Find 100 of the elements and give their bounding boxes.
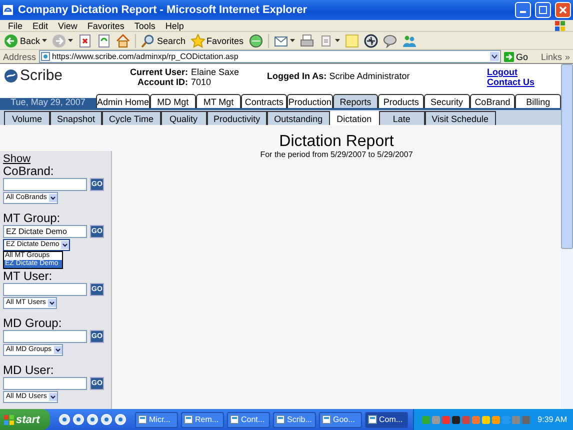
- menu-item[interactable]: Edit: [32, 20, 48, 30]
- logo-icon: [4, 68, 18, 82]
- filter-label: MD Group:: [3, 317, 63, 329]
- scrollbar[interactable]: [561, 64, 573, 409]
- star-icon: [190, 34, 205, 48]
- stop-button[interactable]: [78, 34, 92, 48]
- nav-tab[interactable]: Admin Home: [96, 94, 150, 108]
- taskbar-button[interactable]: Com...: [365, 412, 408, 428]
- nav-tab[interactable]: CoBrand: [470, 94, 516, 108]
- sub-tab[interactable]: Quality: [160, 111, 207, 125]
- field-value: Scribe Administrator: [329, 71, 410, 81]
- page-icon: [41, 52, 50, 61]
- favorites-button[interactable]: Favorites: [190, 34, 244, 48]
- minimize-button[interactable]: [515, 2, 531, 18]
- home-button[interactable]: [116, 34, 130, 48]
- sub-tab[interactable]: Productivity: [206, 111, 268, 125]
- nav-tab[interactable]: Contracts: [241, 94, 287, 108]
- refresh-button[interactable]: [97, 34, 112, 48]
- nav-tab[interactable]: Products: [378, 94, 424, 108]
- sub-tab[interactable]: Outstanding: [267, 111, 330, 125]
- edit-button[interactable]: [318, 34, 340, 48]
- filter-input[interactable]: [3, 283, 87, 296]
- report-title: Dictation Report: [279, 134, 394, 150]
- stop-icon: [78, 34, 92, 48]
- home-icon: [116, 34, 130, 48]
- taskbar-button[interactable]: Goo...: [319, 412, 362, 428]
- address-label: Address: [3, 52, 36, 62]
- minimize-icon: [520, 11, 526, 13]
- menu-item[interactable]: Tools: [134, 20, 156, 30]
- header-link[interactable]: Logout: [487, 67, 557, 77]
- links-button[interactable]: Links: [540, 52, 562, 62]
- close-icon: [558, 5, 568, 15]
- field-value: Elaine Saxe: [190, 67, 240, 77]
- quick-launch-icon[interactable]: [73, 414, 84, 425]
- sub-tab[interactable]: Volume: [4, 111, 50, 125]
- filter-input[interactable]: [3, 178, 87, 191]
- filter-label: MT Group:: [3, 212, 62, 224]
- start-button[interactable]: start: [0, 409, 50, 430]
- note-icon: [344, 34, 359, 48]
- window-icon: [368, 415, 377, 424]
- printer-icon: [300, 34, 314, 48]
- filter-input[interactable]: [3, 377, 87, 390]
- window-icon: [322, 415, 331, 424]
- nav-tab[interactable]: MT Mgt: [196, 94, 242, 108]
- search-button[interactable]: Search: [141, 34, 186, 48]
- sub-tab[interactable]: Snapshot: [50, 111, 102, 125]
- mail-button[interactable]: [274, 34, 295, 48]
- filter-input[interactable]: EZ Dictate Demo: [3, 225, 87, 238]
- taskbar-button[interactable]: Micr...: [135, 412, 178, 428]
- filter-input[interactable]: [3, 330, 87, 343]
- taskbar-button[interactable]: Rem...: [181, 412, 224, 428]
- nav-tab[interactable]: Reports: [332, 94, 378, 108]
- nav-tab[interactable]: Production: [287, 94, 333, 108]
- sub-tab[interactable]: Late: [378, 111, 425, 125]
- dropdown-arrow-icon: [54, 346, 62, 354]
- nav-tab[interactable]: Security: [424, 94, 470, 108]
- taskbar-button[interactable]: Cont...: [227, 412, 270, 428]
- field-label: Logged In As:: [267, 71, 327, 81]
- dropdown-arrow-icon: [48, 194, 57, 202]
- people-button[interactable]: [402, 34, 416, 48]
- flag-icon: [4, 414, 14, 424]
- discuss-button[interactable]: [382, 34, 397, 48]
- maximize-button[interactable]: [535, 2, 551, 18]
- back-button[interactable]: Back: [4, 34, 48, 48]
- sub-tab[interactable]: Cycle Time: [102, 111, 161, 125]
- caret-icon: [42, 39, 48, 42]
- chevron-button[interactable]: »: [564, 52, 570, 62]
- menu-item[interactable]: View: [58, 20, 78, 30]
- field-label: Account ID:: [136, 77, 188, 87]
- field-value: 7010: [190, 77, 212, 87]
- search-icon: [141, 34, 156, 48]
- browser-icon: [2, 4, 14, 16]
- forward-button[interactable]: [52, 34, 74, 48]
- people-icon: [402, 34, 416, 48]
- speech-bubble-icon: [382, 34, 397, 48]
- go-button[interactable]: Go: [504, 52, 538, 62]
- menu-item[interactable]: Help: [165, 20, 184, 30]
- window-icon: [138, 415, 147, 424]
- flag-icon: [555, 20, 565, 30]
- nav-tab[interactable]: Billing: [515, 94, 561, 108]
- forward-arrow-icon: [52, 34, 66, 48]
- sub-tab[interactable]: Dictation: [330, 111, 379, 125]
- address-field[interactable]: https://www.scribe.com/adminxp/rp_CODictation.asp: [39, 50, 501, 63]
- quick-launch-icon[interactable]: [59, 414, 70, 425]
- caret-icon: [334, 39, 340, 42]
- close-button[interactable]: [555, 2, 571, 18]
- logo-text: Scribe: [20, 67, 63, 84]
- header-link[interactable]: Contact Us: [487, 77, 557, 87]
- print-button[interactable]: [300, 34, 314, 48]
- filter-label: CoBrand:: [3, 165, 55, 177]
- date-label: Tue, May 29, 2007: [0, 98, 96, 108]
- quick-launch-icon[interactable]: [115, 414, 126, 425]
- quick-launch-icon[interactable]: [87, 414, 98, 425]
- nav-tab[interactable]: MD Mgt: [150, 94, 196, 108]
- quick-launch-icon[interactable]: [101, 414, 112, 425]
- taskbar-button[interactable]: Scrib...: [273, 412, 316, 428]
- sub-tab[interactable]: Visit Schedule: [424, 111, 496, 125]
- menu-item[interactable]: Favorites: [87, 20, 124, 30]
- menu-item[interactable]: File: [8, 20, 23, 30]
- window-icon: [184, 415, 193, 424]
